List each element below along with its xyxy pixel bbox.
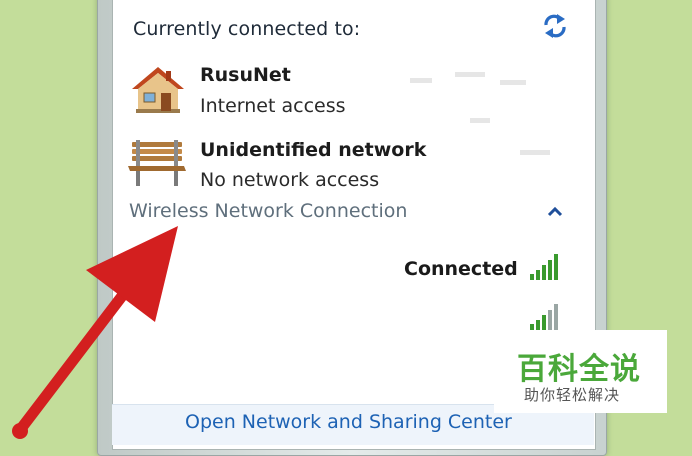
open-network-sharing-center-link[interactable]: Open Network and Sharing Center bbox=[185, 411, 512, 433]
chevron-up-icon[interactable] bbox=[546, 204, 564, 218]
connected-heading: Currently connected to: bbox=[133, 18, 361, 40]
network-name: RusuNet bbox=[200, 64, 291, 86]
signal-strength-icon bbox=[530, 254, 558, 280]
network-status: No network access bbox=[200, 169, 380, 191]
bench-icon bbox=[128, 140, 186, 186]
signal-strength-icon bbox=[530, 304, 558, 330]
ghost-bar bbox=[520, 150, 550, 155]
ghost-bar bbox=[500, 80, 526, 85]
ghost-bar bbox=[470, 118, 490, 123]
ghost-bar bbox=[455, 72, 485, 77]
connection-status: Connected bbox=[404, 258, 518, 280]
network-status: Internet access bbox=[200, 95, 346, 117]
wireless-section-label: Wireless Network Connection bbox=[129, 200, 408, 222]
watermark-subtitle: 助你轻松解决 bbox=[524, 386, 621, 404]
watermark-title: 百科全说 bbox=[517, 352, 641, 387]
house-icon bbox=[132, 67, 184, 113]
refresh-icon[interactable] bbox=[540, 12, 570, 40]
ghost-bar bbox=[410, 78, 432, 83]
network-name: Unidentified network bbox=[200, 139, 427, 161]
